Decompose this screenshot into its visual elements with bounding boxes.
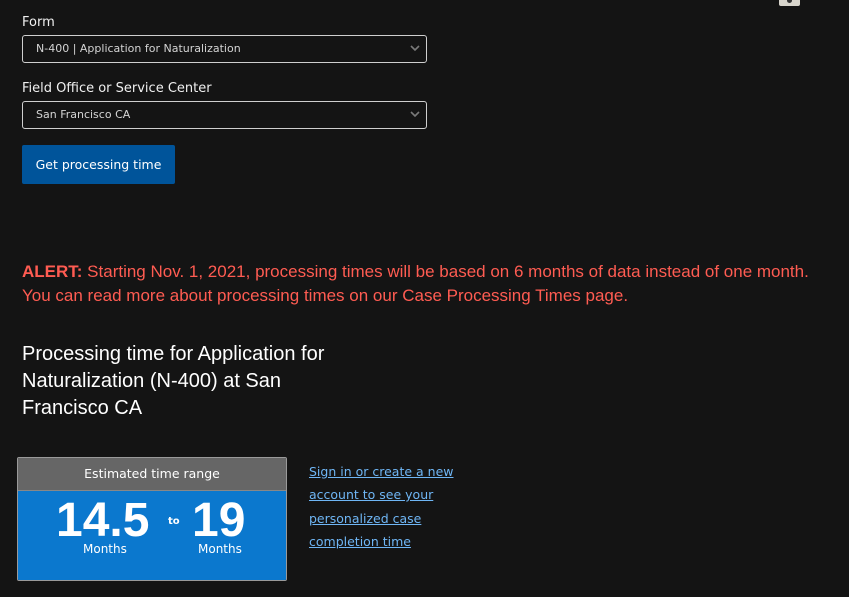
office-label: Field Office or Service Center xyxy=(22,81,212,96)
card-body: 14.5 Months to 19 Months xyxy=(18,491,286,580)
form-select[interactable]: N-400 | Application for Naturalization xyxy=(22,35,427,63)
sign-in-link[interactable]: Sign in or create a new account to see y… xyxy=(309,460,469,553)
form-select-value: N-400 | Application for Naturalization xyxy=(36,42,241,55)
time-range-card: Estimated time range 14.5 Months to 19 M… xyxy=(17,457,287,581)
office-select[interactable]: San Francisco CA xyxy=(22,101,427,129)
card-title: Estimated time range xyxy=(18,458,286,491)
max-unit: Months xyxy=(198,542,242,556)
result-heading: Processing time for Application for Natu… xyxy=(22,343,325,419)
get-processing-time-button[interactable]: Get processing time xyxy=(22,145,175,184)
camera-icon[interactable] xyxy=(779,0,800,6)
min-unit: Months xyxy=(83,542,127,556)
alert-prefix: ALERT: xyxy=(22,262,83,281)
chevron-down-icon xyxy=(410,45,420,52)
min-value: 14.5 xyxy=(56,494,150,547)
max-value: 19 xyxy=(192,494,246,547)
alert-message: ALERT: Starting Nov. 1, 2021, processing… xyxy=(22,260,832,308)
form-label: Form xyxy=(22,15,55,30)
office-select-value: San Francisco CA xyxy=(36,108,131,121)
alert-text: Starting Nov. 1, 2021, processing times … xyxy=(22,262,809,305)
range-separator: to xyxy=(168,516,180,527)
chevron-down-icon xyxy=(410,111,420,118)
